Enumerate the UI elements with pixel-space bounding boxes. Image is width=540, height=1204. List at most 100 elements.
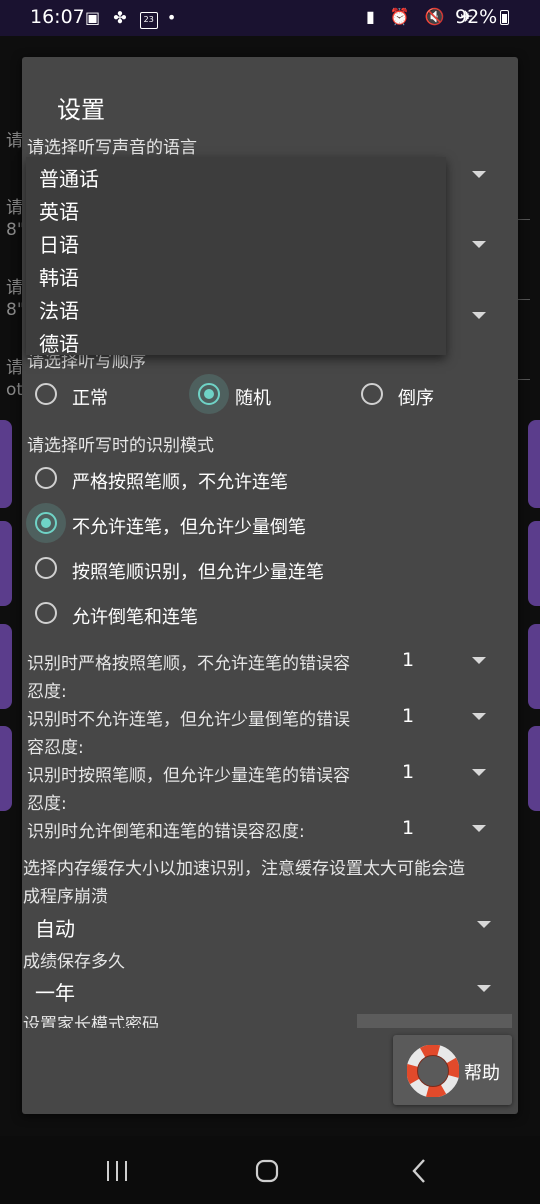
tolerance-label: 忍度: [27, 794, 67, 814]
tolerance-label: 识别时按照笔顺，但允许少量连笔的错误容 [27, 766, 350, 786]
calendar-23-icon: 23 [139, 12, 158, 29]
help-button[interactable]: 帮助 [393, 1035, 512, 1105]
radio-button-selected[interactable] [198, 383, 220, 405]
tolerance-spinner[interactable]: 1 [397, 761, 507, 789]
bg-card [0, 521, 12, 606]
radio-button-selected[interactable] [35, 512, 57, 534]
tolerance-row-order: 识别时按照笔顺，但允许少量连笔的错误容 忍度: 1 [27, 761, 507, 814]
radio-button[interactable] [35, 383, 57, 405]
chevron-down-icon [472, 171, 486, 178]
tolerance-label: 忍度: [27, 682, 67, 702]
language-option[interactable]: 英语 [39, 196, 79, 225]
tolerance-value: 1 [402, 705, 415, 727]
battery-icon [500, 10, 509, 25]
tolerance-row-free: 识别时允许倒笔和连笔的错误容忍度: 1 [27, 817, 507, 847]
lifebuoy-icon [407, 1045, 459, 1097]
pinwheel-icon: ✤ [113, 8, 131, 27]
radio-label: 按照笔顺识别，但允许少量连笔 [72, 562, 324, 583]
score-value: 一年 [35, 981, 75, 1005]
tolerance-row-strict: 识别时严格按照笔顺，不允许连笔的错误容 忍度: 1 [27, 649, 507, 702]
order-option-normal[interactable]: 正常 [32, 377, 182, 413]
notification-card-icon: ▣ [85, 8, 105, 27]
order-option-reverse[interactable]: 倒序 [358, 377, 508, 413]
dialog-title: 设置 [57, 96, 105, 124]
bg-fragment: 请 [6, 278, 23, 298]
tolerance-label: 识别时不允许连笔，但允许少量倒笔的错误 [27, 710, 350, 730]
mute-icon: 🔇 [424, 7, 450, 26]
radio-button[interactable] [361, 383, 383, 405]
tolerance-value: 1 [402, 649, 415, 671]
recent-apps-icon[interactable] [105, 1160, 129, 1182]
bg-card [0, 726, 12, 811]
tolerance-value: 1 [402, 817, 415, 839]
chevron-down-icon [472, 241, 486, 248]
language-option[interactable]: 法语 [39, 295, 79, 324]
bg-fragment: 请 [6, 198, 23, 218]
back-icon[interactable] [410, 1158, 428, 1184]
bg-fragment: 请 [6, 131, 23, 151]
mode-option-free[interactable]: 允许倒笔和连笔 [32, 596, 492, 632]
bg-card [0, 420, 12, 508]
cache-spinner[interactable]: 自动 [23, 907, 501, 945]
tolerance-value: 1 [402, 761, 415, 783]
bg-card [528, 726, 540, 811]
language-option[interactable]: 德语 [39, 328, 79, 357]
tolerance-spinner[interactable]: 1 [397, 705, 507, 733]
bg-fragment: 请 [6, 358, 23, 378]
mode-label: 请选择听写时的识别模式 [27, 436, 214, 456]
language-dropdown-popup: 普通话 英语 日语 韩语 法语 德语 [26, 157, 446, 357]
cache-label: 成程序崩溃 [23, 887, 108, 907]
battery-saver-icon: ▮ [366, 7, 380, 26]
tolerance-row-no-connect: 识别时不允许连笔，但允许少量倒笔的错误 容忍度: 1 [27, 705, 507, 758]
alarm-icon: ⏰ [389, 7, 415, 26]
mode-option-order[interactable]: 按照笔顺识别，但允许少量连笔 [32, 551, 492, 587]
radio-label: 允许倒笔和连笔 [72, 607, 198, 628]
tolerance-spinner[interactable]: 1 [397, 649, 507, 677]
radio-button[interactable] [35, 467, 57, 489]
order-option-random[interactable]: 随机 [189, 374, 345, 414]
parent-password-label: 设置家长模式密码 [23, 1015, 159, 1028]
chevron-down-icon [477, 985, 491, 992]
score-spinner[interactable]: 一年 [23, 971, 501, 1009]
home-icon[interactable] [255, 1159, 279, 1183]
bg-fragment: ot [6, 380, 24, 400]
tolerance-label: 识别时允许倒笔和连笔的错误容忍度: [27, 822, 305, 842]
bg-card [0, 624, 12, 709]
chevron-down-icon [472, 713, 486, 720]
language-option[interactable]: 普通话 [39, 163, 99, 192]
mode-option-no-connect[interactable]: 不允许连笔，但允许少量倒笔 [26, 503, 492, 543]
chevron-down-icon [472, 825, 486, 832]
radio-button[interactable] [35, 602, 57, 624]
language-option[interactable]: 韩语 [39, 262, 79, 291]
radio-label: 随机 [235, 388, 271, 409]
chevron-down-icon [472, 312, 486, 319]
status-bar: 16:07 ▣ ✤ 23 • ▮ ⏰ 🔇 ✈ 92% [0, 0, 540, 36]
cache-value: 自动 [35, 917, 75, 941]
status-left-icons: ▣ ✤ 23 • [85, 8, 180, 29]
bg-card [528, 624, 540, 709]
cache-label: 选择内存缓存大小以加速识别，注意缓存设置太大可能会造 [23, 859, 465, 879]
status-time: 16:07 [30, 6, 85, 28]
bg-card [528, 420, 540, 508]
radio-label: 倒序 [398, 388, 434, 409]
radio-button[interactable] [35, 557, 57, 579]
bg-card [528, 521, 540, 606]
chevron-down-icon [472, 769, 486, 776]
battery-percent: 92% [455, 6, 498, 28]
dot-icon: • [166, 8, 181, 27]
score-label: 成绩保存多久 [23, 952, 125, 972]
parent-password-row: 设置家长模式密码 [23, 1010, 323, 1028]
tolerance-spinner[interactable]: 1 [397, 817, 507, 845]
navigation-bar [0, 1136, 540, 1204]
chevron-down-icon [477, 921, 491, 928]
tolerance-label: 容忍度: [27, 738, 84, 758]
tolerance-label: 识别时严格按照笔顺，不允许连笔的错误容 [27, 654, 350, 674]
radio-label: 严格按照笔顺，不允许连笔 [72, 472, 288, 493]
parent-password-input[interactable] [357, 1014, 512, 1028]
radio-label: 不允许连笔，但允许少量倒笔 [72, 517, 306, 538]
chevron-down-icon [472, 657, 486, 664]
mode-option-strict[interactable]: 严格按照笔顺，不允许连笔 [32, 461, 492, 497]
voice-language-label: 请选择听写声音的语言 [27, 138, 197, 158]
radio-label: 正常 [72, 388, 108, 409]
language-option[interactable]: 日语 [39, 229, 79, 258]
